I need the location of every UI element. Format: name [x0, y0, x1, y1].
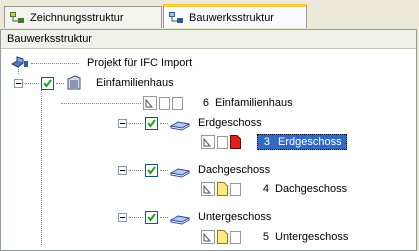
file-number: 6: [202, 97, 209, 109]
collapse-toggle[interactable]: [14, 78, 23, 88]
pane-header: Bauwerksstruktur: [1, 30, 416, 49]
building-icon: [66, 75, 82, 91]
tab-label: Bauwerksstruktur: [189, 11, 274, 24]
floor-label: Erdgeschoss: [198, 117, 262, 129]
tab-label: Zeichnungsstruktur: [30, 11, 124, 24]
file-label: Untergeschoss: [275, 231, 349, 243]
tree-connector: [129, 122, 143, 124]
tree-connector: [25, 82, 39, 84]
tree-row-file-dachgeschoss[interactable]: 4 Dachgeschoss: [201, 180, 347, 198]
tree-row-floor-untergeschoss[interactable]: Untergeschoss: [118, 208, 271, 226]
file-number: 5: [262, 231, 269, 243]
yellow-document-icon: [217, 182, 228, 196]
tree-row-building-file[interactable]: 6 Einfamilienhaus: [61, 94, 293, 112]
empty-slot: [159, 96, 170, 110]
tree-connector: [129, 169, 143, 171]
tab-bauwerksstruktur[interactable]: Bauwerksstruktur: [163, 4, 307, 28]
pane-title: Bauwerksstruktur: [7, 33, 92, 45]
structure-pane: Bauwerksstruktur Projekt für IFC Import: [0, 29, 417, 251]
tree-row-floor-erdgeschoss[interactable]: Erdgeschoss: [118, 114, 262, 132]
collapse-toggle[interactable]: [118, 212, 127, 222]
floor-icon: [169, 209, 191, 225]
collapse-toggle[interactable]: [118, 118, 127, 128]
red-document-icon: [230, 135, 241, 149]
floor-label: Untergeschoss: [198, 211, 272, 223]
building-label: Einfamilienhaus: [96, 77, 174, 89]
floor-checkbox[interactable]: [145, 116, 158, 130]
tab-zeichnungsstruktur[interactable]: Zeichnungsstruktur: [4, 6, 162, 28]
drawing-structure-icon: [9, 10, 25, 26]
collapse-toggle[interactable]: [118, 165, 127, 175]
tab-bar: Zeichnungsstruktur Bauwerksstruktur: [0, 0, 419, 30]
file-label: Dachgeschoss: [275, 183, 348, 195]
yellow-document-icon: [217, 230, 228, 244]
building-checkbox[interactable]: [41, 76, 54, 90]
empty-slot: [217, 135, 228, 149]
file-label: Einfamilienhaus: [215, 97, 293, 109]
tree-row-project[interactable]: Projekt für IFC Import: [10, 54, 193, 72]
tree-row-file-untergeschoss[interactable]: 5 Untergeschoss: [201, 228, 348, 246]
layout-icon: [143, 96, 157, 110]
floor-label: Dachgeschoss: [198, 164, 271, 176]
tree-connector: [61, 102, 141, 104]
tree-connector: [31, 62, 79, 64]
file-label: Erdgeschoss: [278, 136, 342, 148]
layout-icon: [201, 135, 215, 149]
floor-icon: [169, 115, 191, 131]
layout-icon: [201, 182, 215, 196]
tree-row-floor-dachgeschoss[interactable]: Dachgeschoss: [118, 161, 270, 179]
layout-icon: [201, 230, 215, 244]
empty-slot: [172, 96, 183, 110]
file-number: 3: [263, 136, 270, 148]
empty-slot: [230, 182, 241, 196]
file-number: 4: [262, 183, 269, 195]
building-structure-icon: [168, 10, 184, 26]
tree-connector: [160, 216, 168, 218]
tree-row-file-erdgeschoss[interactable]: 3 Erdgeschoss: [201, 133, 347, 151]
tree-row-building[interactable]: Einfamilienhaus: [14, 74, 174, 92]
structure-tree: Projekt für IFC Import Einfamilienhaus 6…: [1, 50, 416, 250]
tree-connector: [160, 122, 168, 124]
tree-line: [41, 80, 42, 245]
floor-icon: [169, 162, 191, 178]
tree-connector: [160, 169, 168, 171]
project-label: Projekt für IFC Import: [87, 57, 193, 69]
floor-checkbox[interactable]: [145, 210, 158, 224]
project-icon: [10, 55, 28, 71]
empty-slot: [230, 230, 241, 244]
tree-connector: [129, 216, 143, 218]
selected-file[interactable]: 3 Erdgeschoss: [257, 134, 347, 150]
floor-checkbox[interactable]: [145, 163, 158, 177]
tree-connector: [56, 82, 64, 84]
